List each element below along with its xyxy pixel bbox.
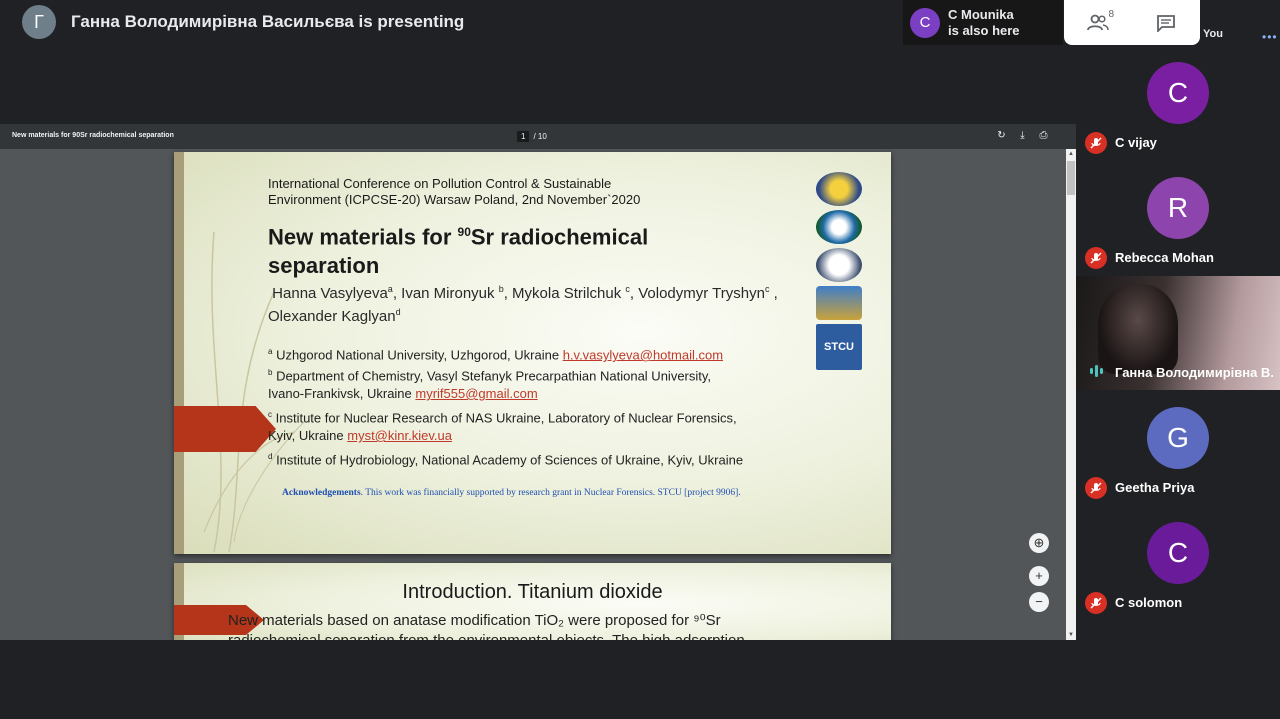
conference-info: International Conference on Pollution Co… (268, 176, 708, 208)
slide-title-prefix: New materials for (268, 224, 458, 250)
accent-arrow (174, 406, 276, 452)
speaking-indicator-icon (1090, 365, 1103, 377)
affiliation-d: d Institute of Hydrobiology, National Ac… (268, 449, 788, 468)
slide-title-sup: 90 (457, 225, 471, 239)
slide-title: Introduction. Titanium dioxide (402, 581, 663, 603)
mic-off-icon (1085, 132, 1107, 154)
scrollbar[interactable]: ▲ ▼ (1066, 149, 1076, 640)
mic-off-icon (1085, 247, 1107, 269)
you-label: You (1203, 28, 1223, 40)
slide-title: New materials for 90Sr radiochemical sep… (268, 218, 748, 280)
participant-tile[interactable]: C C solomon (1076, 506, 1280, 620)
people-button[interactable]: 8 (1078, 5, 1118, 41)
avatar: C (1147, 62, 1209, 124)
avatar: C (910, 7, 940, 38)
participant-tile[interactable]: G Geetha Priya (1076, 391, 1280, 505)
avatar: C (1147, 522, 1209, 584)
presenting-label: Ганна Володимирівна Васильєва is present… (71, 12, 465, 31)
affiliation-a: a Uzhgorod National University, Uzhgorod… (268, 344, 788, 363)
affil-text: Institute of Hydrobiology, National Acad… (272, 452, 744, 468)
rotate-icon[interactable]: ↻ (996, 130, 1007, 141)
presenter-bar: Г Ганна Володимирівна Васильєва is prese… (0, 0, 900, 44)
author-name: Hanna Vasylyeva (272, 285, 388, 302)
zoom-in-button[interactable]: + (1029, 566, 1049, 586)
more-options-icon[interactable]: ••• (1262, 30, 1278, 44)
author-name: , Mykola Strilchuk (503, 285, 626, 302)
author-affil-sup: d (395, 307, 401, 317)
video-feed (1098, 284, 1178, 374)
participant-name: Rebecca Mohan (1115, 250, 1214, 265)
ack-label: Acknowledgements (282, 488, 361, 498)
authors: Hanna Vasylyevaa, Ivan Mironyuk b, Mykol… (268, 280, 808, 326)
affiliation-b: b Department of Chemistry, Vasyl Stefany… (268, 365, 788, 384)
participant-name: C solomon (1115, 595, 1183, 610)
presenter-avatar: Г (22, 5, 56, 39)
scroll-down-icon[interactable]: ▼ (1068, 632, 1074, 638)
people-icon (1087, 14, 1109, 30)
mic-off-icon (1085, 592, 1107, 614)
slide-2: Introduction. Titanium dioxide New mater… (174, 563, 891, 640)
conference-line: International Conference on Pollution Co… (268, 176, 612, 191)
mic-off-icon (1085, 477, 1107, 499)
page-indicator: 1 / 10 (517, 131, 547, 142)
participant-name: C vijay (1115, 135, 1157, 150)
document-title: New materials for 90Sr radiochemical sep… (12, 132, 174, 139)
author-name: , Volodymyr Tryshyn (629, 285, 765, 302)
toolbar-actions: ↻ ⤓ ⎙ (996, 130, 1049, 141)
affil-text: Institute for Nuclear Research of NAS Uk… (272, 410, 737, 426)
participant-tile-video[interactable]: Ганна Володимирівна В... (1076, 276, 1280, 390)
fit-page-button[interactable]: ⊕ (1029, 533, 1049, 553)
also-here-subtitle: is also here (948, 22, 1020, 38)
slide-body: New materials based on anatase modificat… (228, 611, 838, 640)
ack-text: . This work was financially supported by… (360, 488, 741, 498)
bottom-area (0, 640, 1076, 719)
pdf-toolbar: New materials for 90Sr radiochemical sep… (0, 124, 1076, 149)
email-link[interactable]: myrif555@gmail.com (415, 386, 537, 401)
logo-stcu: STCU (816, 324, 862, 370)
slide-body-line: New materials based on anatase modificat… (228, 612, 721, 629)
logo-university (816, 172, 862, 206)
affiliation-c-line2: Kyiv, Ukraine myst@kinr.kiev.ua (268, 428, 788, 444)
people-count: 8 (1108, 8, 1114, 20)
participant-name: Ганна Володимирівна В... (1115, 365, 1273, 380)
acknowledgements: Acknowledgements. This work was financia… (282, 488, 741, 498)
logo-university (816, 210, 862, 244)
logos: STCU (816, 172, 874, 374)
chat-icon (1157, 14, 1175, 32)
scroll-up-icon[interactable]: ▲ (1068, 151, 1074, 157)
pdf-viewer: New materials for 90Sr radiochemical sep… (0, 124, 1076, 640)
logo-kinr (816, 248, 862, 282)
participant-tile[interactable]: C C vijay (1076, 46, 1280, 160)
page-total: / 10 (533, 132, 547, 141)
affiliation-c: c Institute for Nuclear Research of NAS … (268, 407, 788, 426)
author-name: , Ivan Mironyuk (392, 285, 499, 302)
email-link[interactable]: h.v.vasylyeva@hotmail.com (563, 347, 723, 362)
affiliation-b-line2: Ivano-Frankivsk, Ukraine myrif555@gmail.… (268, 386, 788, 402)
also-here-badge[interactable]: C C Mounika is also here (903, 0, 1063, 45)
participant-tile[interactable]: R Rebecca Mohan (1076, 161, 1280, 275)
print-icon[interactable]: ⎙ (1038, 130, 1049, 141)
affil-text: Department of Chemistry, Vasyl Stefanyk … (272, 368, 712, 384)
chat-button[interactable] (1146, 5, 1186, 41)
conference-line: Environment (ICPCSE-20) Warsaw Poland, 2… (268, 192, 641, 207)
email-link[interactable]: myst@kinr.kiev.ua (347, 428, 452, 443)
affil-text: Uzhgorod National University, Uzhgorod, … (272, 347, 563, 363)
slide-1: International Conference on Pollution Co… (174, 152, 891, 554)
affil-text: Ivano-Frankivsk, Ukraine (268, 386, 416, 401)
slide-body-line: radiochemical separation from the enviro… (228, 631, 838, 640)
avatar: G (1147, 407, 1209, 469)
also-here-text: C Mounika is also here (948, 7, 1020, 39)
top-panel: 8 (1064, 0, 1200, 45)
also-here-name: C Mounika (948, 6, 1014, 22)
logo-institute (816, 286, 862, 320)
zoom-out-button[interactable]: − (1029, 592, 1049, 612)
avatar: R (1147, 177, 1209, 239)
participant-name: Geetha Priya (1115, 480, 1195, 495)
scroll-thumb[interactable] (1067, 161, 1075, 195)
download-icon[interactable]: ⤓ (1017, 130, 1028, 141)
affil-text: Kyiv, Ukraine (268, 428, 348, 443)
page-number-input[interactable]: 1 (517, 131, 530, 142)
